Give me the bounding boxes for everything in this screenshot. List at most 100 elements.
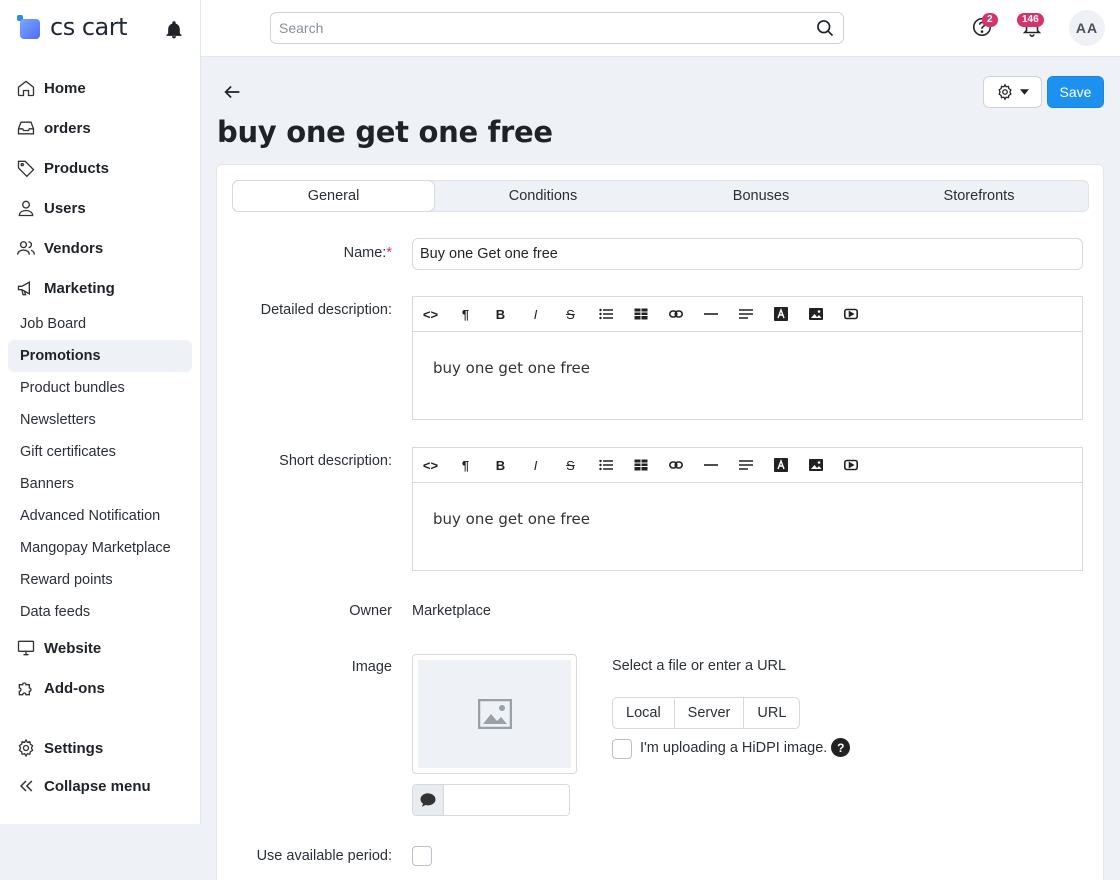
image-icon[interactable] [798,297,833,331]
main-content: buy one get one free Save General Condit… [201,57,1120,880]
upload-url-button[interactable]: URL [744,698,799,728]
short-description-editor: <> ¶ B I S buy one get one free [412,447,1083,571]
strikethrough-icon[interactable]: S [553,297,588,331]
sidebar-sub-job-board[interactable]: Job Board [8,308,192,340]
short-description-content[interactable]: buy one get one free [413,483,1082,555]
gear-icon [18,738,34,758]
back-arrow-icon[interactable] [221,81,243,103]
search-input[interactable] [279,20,815,36]
sidebar-footer-bg [0,824,216,880]
sidebar-collapse-menu[interactable]: Collapse menu [8,766,192,806]
hidpi-checkbox[interactable] [612,739,632,759]
image-label: Image [351,659,392,675]
code-view-icon[interactable]: <> [413,448,448,482]
brand-logo[interactable]: cs cart [17,12,128,42]
detailed-description-label: Detailed description: [260,302,392,318]
sidebar-sub-promotions[interactable]: Promotions [8,340,192,372]
strikethrough-icon[interactable]: S [553,448,588,482]
italic-icon[interactable]: I [518,297,553,331]
image-alt-text-field[interactable] [412,784,570,816]
sidebar-sub-data-feeds[interactable]: Data feeds [8,596,192,628]
use-available-period-label: Use available period: [256,848,392,864]
tab-bonuses[interactable]: Bonuses [652,181,870,211]
code-view-icon[interactable]: <> [413,297,448,331]
link-icon[interactable] [658,448,693,482]
search-box[interactable] [270,12,844,44]
sidebar-item-users[interactable]: Users [8,188,192,228]
editor-toolbar: <> ¶ B I S [413,297,1082,332]
sidebar-sub-banners[interactable]: Banners [8,468,192,500]
megaphone-icon [17,281,30,296]
sidebar: cs cart Home orders Products Users Vendo… [0,0,201,824]
paragraph-icon[interactable]: ¶ [448,448,483,482]
tab-storefronts[interactable]: Storefronts [870,181,1088,211]
table-icon[interactable] [623,448,658,482]
italic-icon[interactable]: I [518,448,553,482]
image-icon[interactable] [798,448,833,482]
caret-down-icon [1020,89,1029,95]
users-icon [17,241,35,255]
editor-toolbar: <> ¶ B I S [413,448,1082,483]
bold-icon[interactable]: B [483,297,518,331]
upload-server-button[interactable]: Server [675,698,745,728]
avatar[interactable]: AA [1069,10,1105,46]
align-icon[interactable] [728,297,763,331]
sidebar-item-vendors[interactable]: Vendors [8,228,192,268]
sidebar-sub-advanced-notification[interactable]: Advanced Notification [8,500,192,532]
video-icon[interactable] [833,448,868,482]
cs-cart-logo-icon [17,15,42,39]
align-icon[interactable] [728,448,763,482]
sidebar-sub-newsletters[interactable]: Newsletters [8,404,192,436]
paragraph-icon[interactable]: ¶ [448,297,483,331]
bulleted-list-icon[interactable] [588,448,623,482]
video-icon[interactable] [833,297,868,331]
notifications-badge: 146 [1017,13,1044,27]
save-button[interactable]: Save [1047,76,1104,108]
upload-local-button[interactable]: Local [613,698,675,728]
puzzle-icon [18,682,32,696]
sidebar-item-website[interactable]: Website [8,628,192,668]
sidebar-item-settings[interactable]: Settings [8,730,192,766]
bulleted-list-icon[interactable] [588,297,623,331]
name-label: Name:* [212,245,392,261]
sidebar-item-home[interactable]: Home [8,68,192,108]
help-badge: 2 [982,13,998,27]
horizontal-rule-icon[interactable] [693,448,728,482]
tab-conditions[interactable]: Conditions [434,181,652,211]
sidebar-item-marketing[interactable]: Marketing [8,268,192,308]
sidebar-item-products[interactable]: Products [8,148,192,188]
link-icon[interactable] [658,297,693,331]
bold-icon[interactable]: B [483,448,518,482]
tag-icon [17,160,35,178]
use-available-period-checkbox[interactable] [412,846,432,866]
font-color-icon[interactable] [763,297,798,331]
page-title: buy one get one free [217,115,553,149]
sidebar-sub-gift-certificates[interactable]: Gift certificates [8,436,192,468]
sidebar-sub-product-bundles[interactable]: Product bundles [8,372,192,404]
promotion-form-card: General Conditions Bonuses Storefronts N… [216,164,1104,880]
select-file-text: Select a file or enter a URL [612,658,787,674]
detailed-description-editor: <> ¶ B I S buy one get one free [412,296,1083,420]
name-field[interactable] [412,238,1083,270]
sidebar-item-orders[interactable]: orders [8,108,192,148]
sidebar-item-label: Website [44,639,102,657]
horizontal-rule-icon[interactable] [693,297,728,331]
settings-dropdown-button[interactable] [983,76,1042,108]
detailed-description-content[interactable]: buy one get one free [413,332,1082,404]
sidebar-sub-mangopay-marketplace[interactable]: Mangopay Marketplace [8,532,192,564]
bell-icon[interactable] [164,20,184,40]
help-icon[interactable]: ? [831,738,851,757]
tab-general[interactable]: General [233,181,434,211]
sidebar-sub-reward-points[interactable]: Reward points [8,564,192,596]
image-placeholder-icon [477,699,512,729]
table-icon[interactable] [623,297,658,331]
sidebar-item-label: Vendors [44,239,104,257]
brand-name: cs cart [50,13,128,41]
sidebar-item-label: Marketing [44,279,115,297]
font-color-icon[interactable] [763,448,798,482]
hidpi-label-text: I'm uploading a HiDPI image. [640,739,828,756]
sidebar-item-addons[interactable]: Add-ons [8,668,192,708]
main-nav: Home orders Products Users Vendors Marke… [8,68,192,806]
search-icon[interactable] [815,18,835,38]
comment-icon [413,785,444,815]
